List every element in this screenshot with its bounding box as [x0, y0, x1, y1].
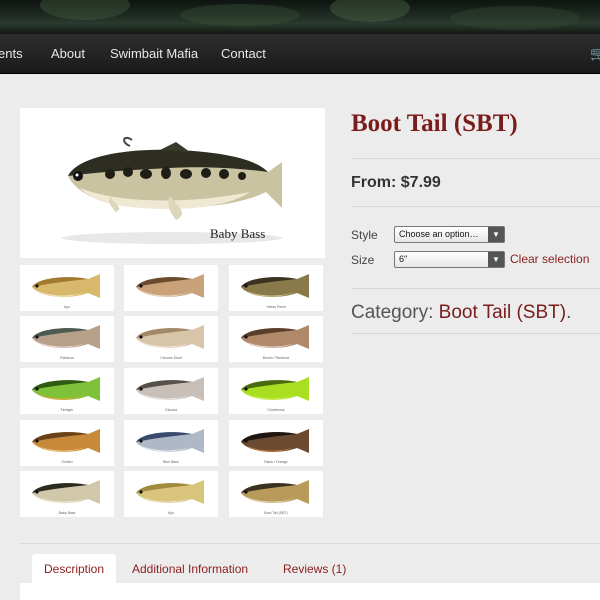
chevron-down-icon: ▼ — [488, 227, 504, 242]
main-nav: ents About Swimbait Mafia Contact 🛒 — [0, 34, 600, 74]
nav-item-about[interactable]: About — [51, 34, 85, 74]
cart-icon[interactable]: 🛒 — [590, 46, 600, 61]
category-link[interactable]: Boot Tail (SBT) — [439, 302, 566, 323]
product-category: Category: Boot Tail (SBT). — [351, 302, 571, 324]
thumbnail[interactable]: Ayu — [124, 471, 218, 517]
style-select[interactable]: Choose an option… ▼ — [394, 226, 505, 243]
thumbnail[interactable] — [124, 265, 218, 311]
thumbnail[interactable]: Black / Orange — [229, 420, 323, 466]
thumbnail-label: Gizzard — [164, 408, 178, 412]
size-select[interactable]: 6" ▼ — [394, 251, 505, 268]
thumbnail-label: Brown / Rainbow — [262, 356, 290, 360]
thumbnail-label: Golden — [61, 460, 73, 464]
hero-banner — [0, 0, 600, 34]
thumbnail-label: Chrome Shad — [160, 356, 182, 360]
tab-reviews[interactable]: Reviews (1) — [283, 554, 346, 584]
thumbnail-label: Yellow Perch — [265, 305, 287, 309]
thumbnail[interactable]: Yellow Perch — [229, 265, 323, 311]
divider — [351, 333, 600, 334]
tab-panel — [20, 583, 600, 600]
thumbnail[interactable]: Firetiger — [20, 368, 114, 414]
tabs-divider — [20, 543, 600, 544]
thumbnail[interactable]: Golden — [20, 420, 114, 466]
nav-item-events[interactable]: ents — [0, 34, 23, 74]
thumbnail[interactable]: Baby Bass — [20, 471, 114, 517]
category-label: Category: — [351, 302, 434, 323]
category-suffix: . — [566, 302, 572, 323]
nav-item-swimbait-mafia[interactable]: Swimbait Mafia — [110, 34, 198, 74]
lure-thumbnail-image — [136, 274, 204, 298]
thumbnail[interactable]: Ayu — [20, 265, 114, 311]
thumbnail-label: Boot Tail (SBT) — [264, 511, 288, 515]
divider — [351, 158, 600, 159]
thumbnail-label: Ayu — [64, 305, 70, 309]
thumbnail[interactable]: Rainbow — [20, 316, 114, 362]
divider — [351, 206, 600, 207]
chevron-down-icon: ▼ — [488, 252, 504, 267]
tab-additional-information[interactable]: Additional Information — [132, 554, 248, 584]
thumbnail[interactable]: Chartreuse — [229, 368, 323, 414]
main-image-caption: Baby Bass — [210, 226, 266, 241]
size-label: Size — [351, 253, 375, 267]
thumbnail[interactable]: Boot Tail (SBT) — [229, 471, 323, 517]
thumbnail[interactable]: Brown / Rainbow — [229, 316, 323, 362]
divider — [351, 288, 600, 289]
thumbnail-label: Blue Back — [163, 460, 179, 464]
nav-item-contact[interactable]: Contact — [221, 34, 266, 74]
thumbnail-label: Firetiger — [60, 408, 74, 412]
product-main-image[interactable]: Baby Bass — [20, 108, 325, 258]
tab-description[interactable]: Description — [32, 554, 117, 584]
style-label: Style — [351, 228, 378, 242]
thumbnail-label: Chartreuse — [267, 408, 285, 412]
thumbnail[interactable]: Gizzard — [124, 368, 218, 414]
thumbnail-label: Baby Bass — [58, 511, 76, 515]
product-title: Boot Tail (SBT) — [351, 110, 518, 137]
clear-selection-link[interactable]: Clear selection — [510, 252, 589, 266]
thumbnail-label: Black / Orange — [264, 460, 288, 464]
baby-bass-lure-image — [62, 136, 282, 244]
style-select-value: Choose an option… — [399, 229, 479, 239]
thumbnail[interactable]: Blue Back — [124, 420, 218, 466]
thumbnail-label: Ayu — [168, 511, 174, 515]
product-price: From: $7.99 — [351, 174, 441, 191]
size-select-value: 6" — [399, 254, 408, 264]
thumbnail-label: Rainbow — [60, 356, 74, 360]
thumbnail[interactable]: Chrome Shad — [124, 316, 218, 362]
